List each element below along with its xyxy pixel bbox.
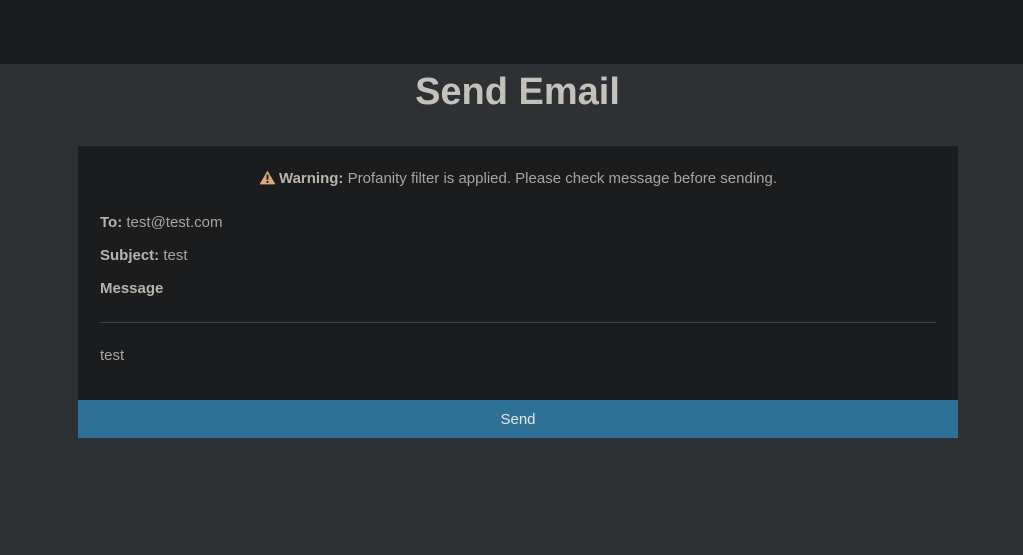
subject-field: Subject: test — [100, 246, 188, 266]
warning-triangle-icon — [259, 170, 276, 185]
warning-banner: Warning: Profanity filter is applied. Pl… — [78, 169, 958, 189]
send-button[interactable]: Send — [78, 400, 958, 438]
page-title: Send Email — [415, 71, 620, 113]
top-navbar — [0, 0, 1023, 64]
message-field: Message — [100, 279, 163, 299]
subject-value: test — [163, 247, 188, 264]
warning-text: Profanity filter is applied. Please chec… — [347, 170, 777, 187]
divider — [100, 322, 936, 323]
message-body: test — [100, 347, 125, 364]
to-value: test@test.com — [126, 214, 223, 231]
to-label: To: — [100, 214, 123, 231]
message-label: Message — [100, 280, 164, 297]
email-preview-panel: Warning: Profanity filter is applied. Pl… — [78, 146, 958, 400]
to-field: To: test@test.com — [100, 213, 222, 233]
subject-label: Subject: — [100, 247, 160, 264]
warning-label: Warning: — [278, 170, 344, 187]
